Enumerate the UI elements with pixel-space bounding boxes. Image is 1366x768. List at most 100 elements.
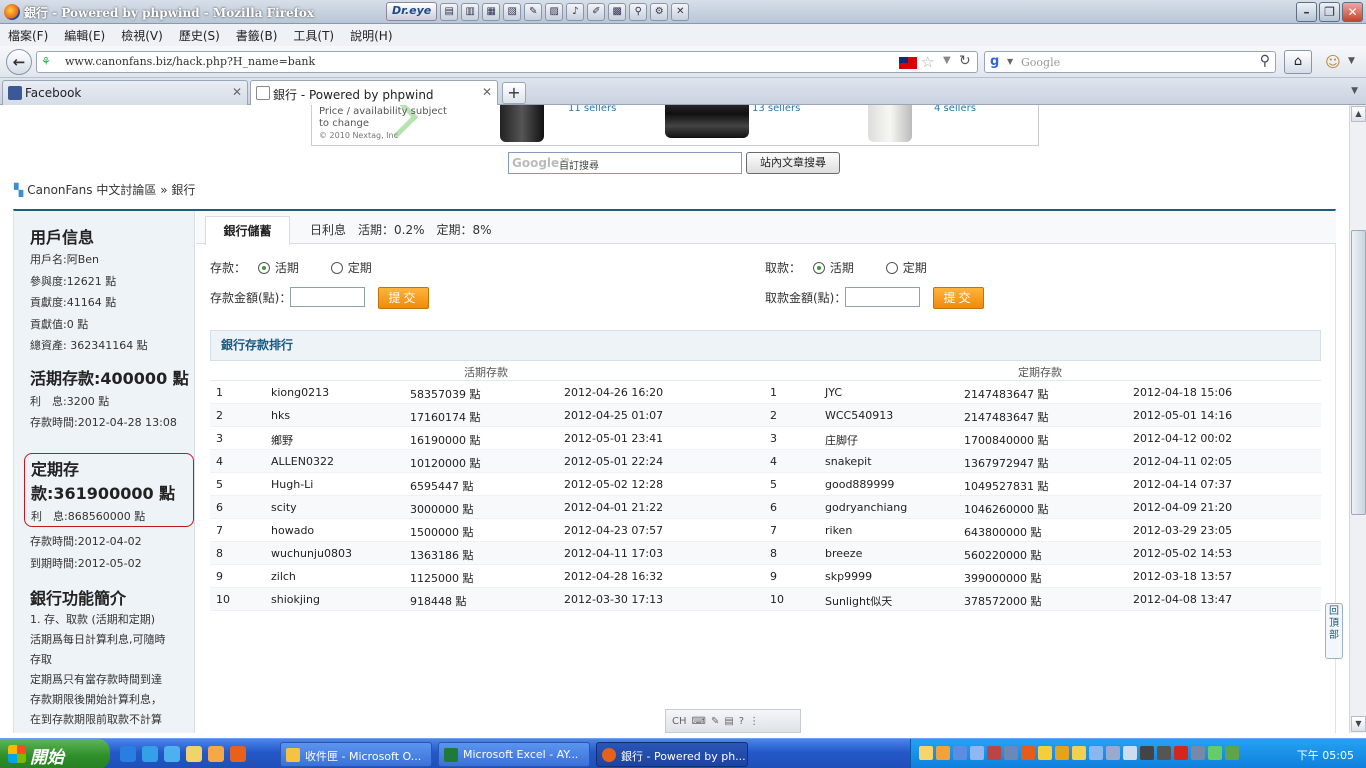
ie-icon[interactable]	[120, 746, 136, 762]
keyboard-icon[interactable]: ⌨	[692, 716, 706, 727]
rank-current-user[interactable]: howado	[271, 524, 314, 537]
clipboard-icon[interactable]: ▩	[608, 2, 627, 21]
deposit-current-radio[interactable]	[257, 262, 270, 274]
url-text[interactable]: www.canonfans.biz/hack.php?H_name=bank	[65, 55, 315, 68]
home-button[interactable]: ⌂	[1284, 50, 1312, 74]
ad-sellers[interactable]: 4 sellers	[934, 105, 976, 114]
menu-tools[interactable]: 工具(T)	[293, 27, 334, 44]
deposit-amount-input[interactable]	[290, 287, 365, 307]
rank-fixed-user[interactable]: 庄脚仔	[825, 432, 858, 448]
scroll-up-icon[interactable]: ▲	[1351, 106, 1366, 122]
withdraw-fixed-label[interactable]: 定期	[903, 261, 927, 275]
google-icon[interactable]: g	[990, 54, 999, 69]
rank-fixed-user[interactable]: JYC	[825, 386, 842, 399]
bluetooth-icon[interactable]	[1089, 746, 1103, 760]
rank-current-user[interactable]: shiokjing	[271, 593, 320, 606]
tab-list-icon[interactable]: ▼	[1351, 86, 1358, 96]
notes-icon[interactable]: ▥	[461, 2, 480, 21]
rank-fixed-user[interactable]: riken	[825, 524, 852, 537]
bookmark-star-icon[interactable]: ☆	[921, 53, 934, 71]
url-dropdown-icon[interactable]: ▼	[943, 55, 951, 66]
rank-current-user[interactable]: Hugh-Li	[271, 478, 313, 491]
scroll-thumb[interactable]	[1351, 230, 1366, 515]
lens-image[interactable]	[665, 105, 749, 138]
back-button[interactable]: ←	[6, 49, 32, 75]
menu-bookmarks[interactable]: 書籤(B)	[236, 27, 278, 44]
minimize-button[interactable]: –	[1296, 2, 1317, 22]
edit-icon[interactable]: ✐	[587, 2, 606, 21]
nextag-ad-banner[interactable]: Price / availability subject to change © …	[311, 105, 1039, 146]
task-outlook[interactable]: 收件匣 - Microsoft O...	[280, 742, 432, 767]
rank-fixed-user[interactable]: skp9999	[825, 570, 872, 583]
withdraw-current-label[interactable]: 活期	[830, 261, 854, 275]
search-bar[interactable]: g ▼ Google ⚲	[984, 51, 1276, 73]
deposit-fixed-radio[interactable]	[330, 262, 343, 274]
lens-image[interactable]	[868, 105, 912, 142]
start-button[interactable]: 開始	[0, 739, 110, 768]
site-search-input[interactable]: Google™ 自訂搜尋	[508, 152, 742, 174]
off-icon[interactable]	[1157, 746, 1171, 760]
deposit-current-label[interactable]: 活期	[275, 261, 299, 275]
task-firefox[interactable]: 銀行 - Powered by ph...	[596, 742, 748, 767]
update-icon[interactable]	[1021, 746, 1035, 760]
lightning-icon[interactable]	[1038, 746, 1052, 760]
rank-fixed-user[interactable]: good889999	[825, 478, 894, 491]
rank-fixed-user[interactable]: breeze	[825, 547, 862, 560]
clock-app-icon[interactable]	[936, 746, 950, 760]
mail-icon[interactable]	[919, 746, 933, 760]
rank-current-user[interactable]: ALLEN0322	[271, 455, 334, 468]
scroll-down-icon[interactable]: ▼	[1351, 716, 1366, 732]
network-icon[interactable]	[953, 746, 967, 760]
menu-view[interactable]: 檢視(V)	[121, 27, 163, 44]
rank-current-user[interactable]: scity	[271, 501, 297, 514]
bookmark-icon[interactable]: ▧	[503, 2, 522, 21]
rank-current-user[interactable]: kiong0213	[271, 386, 329, 399]
magnifier-icon[interactable]: ⚲	[629, 2, 648, 21]
shield-icon[interactable]	[1055, 746, 1069, 760]
wifi-icon[interactable]	[1208, 746, 1222, 760]
close-tab-icon[interactable]: ✕	[482, 85, 492, 99]
reload-icon[interactable]: ↻	[959, 53, 971, 69]
task-excel[interactable]: Microsoft Excel - AY...	[438, 742, 590, 767]
folder-icon[interactable]	[186, 746, 202, 762]
vertical-scrollbar[interactable]: ▲ ▼	[1349, 105, 1366, 733]
back-to-top-button[interactable]: 回頂部	[1325, 603, 1343, 659]
rank-current-user[interactable]: 鄉野	[271, 432, 293, 448]
site-identity-icon[interactable]: ⚘	[41, 55, 57, 69]
close-button[interactable]: ✕	[1342, 2, 1363, 22]
dreye-button[interactable]: Dr.eye	[386, 2, 438, 21]
display-icon[interactable]	[1004, 746, 1018, 760]
lens-image[interactable]	[500, 105, 544, 142]
ad-sellers[interactable]: 11 sellers	[568, 105, 616, 114]
rank-current-user[interactable]: zilch	[271, 570, 296, 583]
ad-sellers[interactable]: 13 sellers	[752, 105, 800, 114]
alert-icon[interactable]	[1174, 746, 1188, 760]
image-icon[interactable]: ▨	[545, 2, 564, 21]
brush-icon[interactable]: ✎	[711, 716, 719, 727]
speaker-icon[interactable]: ♪	[566, 2, 585, 21]
withdraw-amount-input[interactable]	[845, 287, 920, 307]
breadcrumb-current[interactable]: 銀行	[171, 183, 195, 197]
pencil-icon[interactable]: ✎	[524, 2, 543, 21]
new-tab-button[interactable]: +	[502, 82, 526, 104]
rank-fixed-user[interactable]: Sunlight似天	[825, 593, 892, 609]
translate-icon[interactable]: ▤	[440, 2, 459, 21]
sync-icon[interactable]	[1123, 746, 1137, 760]
firefox-quicklaunch-icon[interactable]	[230, 746, 246, 762]
addon-dropdown-icon[interactable]: ▼	[1348, 56, 1355, 66]
close-tab-icon[interactable]: ✕	[232, 85, 242, 99]
breadcrumb-home[interactable]: CanonFans 中文討論區	[27, 183, 156, 197]
close-addon-icon[interactable]: ✕	[671, 2, 690, 21]
pad-icon[interactable]: ▤	[724, 716, 733, 727]
site-search-button[interactable]: 站內文章搜尋	[746, 152, 840, 174]
user-icon[interactable]	[970, 746, 984, 760]
rank-fixed-user[interactable]: godryanchiang	[825, 501, 907, 514]
tab-bank[interactable]: 銀行 - Powered by phpwind ✕	[250, 80, 498, 106]
speaker-icon[interactable]	[1140, 746, 1154, 760]
help-icon[interactable]: ?	[739, 716, 744, 727]
tab-savings[interactable]: 銀行儲蓄	[205, 216, 290, 245]
rank-fixed-user[interactable]: WCC540913	[825, 409, 893, 422]
ime-label[interactable]: CH	[672, 716, 687, 727]
address-bar[interactable]: ⚘ www.canonfans.biz/hack.php?H_name=bank…	[36, 51, 978, 73]
rank-fixed-user[interactable]: snakepit	[825, 455, 872, 468]
